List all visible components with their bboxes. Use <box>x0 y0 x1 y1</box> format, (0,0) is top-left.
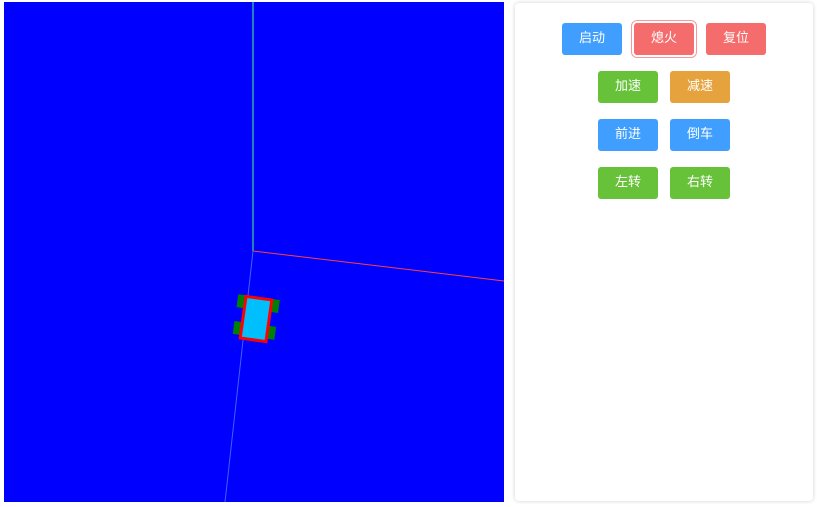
stop-engine-button[interactable]: 熄火 <box>634 23 694 55</box>
reverse-button[interactable]: 倒车 <box>670 119 730 151</box>
direction-controls: 前进 倒车 <box>515 119 813 151</box>
engine-controls: 启动 熄火 复位 <box>515 23 813 55</box>
control-panel: 启动 熄火 复位 加速 减速 前进 倒车 左转 右转 <box>515 3 813 501</box>
vehicle-body <box>238 294 274 344</box>
start-button[interactable]: 启动 <box>562 23 622 55</box>
3d-viewport[interactable] <box>4 2 504 502</box>
z-axis-line <box>224 250 254 502</box>
scene-canvas <box>224 2 504 502</box>
reset-button[interactable]: 复位 <box>706 23 766 55</box>
turn-left-button[interactable]: 左转 <box>598 167 658 199</box>
speed-controls: 加速 减速 <box>515 71 813 103</box>
accelerate-button[interactable]: 加速 <box>598 71 658 103</box>
forward-button[interactable]: 前进 <box>598 119 658 151</box>
x-axis-line <box>252 250 504 282</box>
steering-controls: 左转 右转 <box>515 167 813 199</box>
turn-right-button[interactable]: 右转 <box>670 167 730 199</box>
decelerate-button[interactable]: 减速 <box>670 71 730 103</box>
vehicle-model <box>232 294 280 344</box>
